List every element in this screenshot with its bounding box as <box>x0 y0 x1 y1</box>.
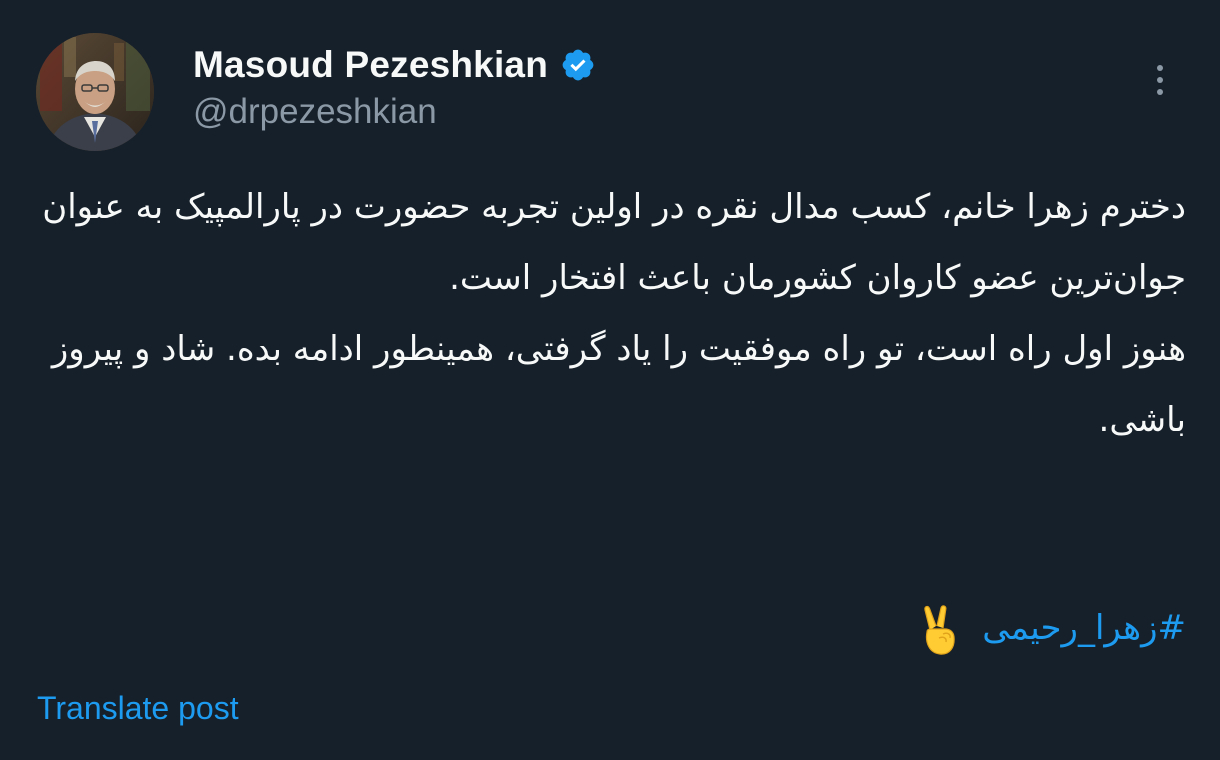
author-display-name[interactable]: Masoud Pezeshkian <box>193 44 548 86</box>
hashtag-link[interactable]: #زهرا_رحیمی <box>982 608 1186 648</box>
victory-hand-icon <box>917 604 961 656</box>
verified-badge-icon[interactable] <box>560 47 596 83</box>
more-dot <box>1157 77 1163 83</box>
post-text: دخترم زهرا خانم، کسب مدال نقره در اولین … <box>40 172 1186 456</box>
more-dot <box>1157 65 1163 71</box>
translate-post-link[interactable]: Translate post <box>37 690 239 727</box>
post-paragraph-2: هنوز اول راه است، تو راه موفقیت را یاد گ… <box>51 329 1186 440</box>
hashtag-line: #زهرا_رحیمی <box>40 598 1186 658</box>
avatar[interactable] <box>36 33 154 151</box>
avatar-image <box>36 33 154 151</box>
post-card: Masoud Pezeshkian @drpezeshkian دخترم زه… <box>0 0 1220 760</box>
post-paragraph-1: دخترم زهرا خانم، کسب مدال نقره در اولین … <box>42 187 1186 298</box>
author-handle[interactable]: @drpezeshkian <box>193 92 437 132</box>
more-vertical-icon[interactable] <box>1140 58 1180 102</box>
author-name-row: Masoud Pezeshkian <box>193 40 596 90</box>
more-dot <box>1157 89 1163 95</box>
